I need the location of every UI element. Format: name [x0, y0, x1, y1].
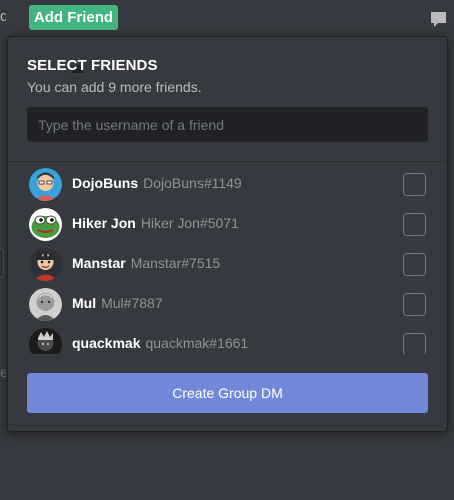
- friend-select-checkbox[interactable]: [403, 213, 426, 236]
- cut-off-heading-text: d: [0, 8, 6, 25]
- friend-name-group: Mul Mul#7887: [72, 295, 163, 311]
- friend-row[interactable]: DojoBuns DojoBuns#1149: [8, 164, 447, 204]
- modal-title: SELECT FRIENDS: [27, 57, 158, 74]
- friend-name-group: quackmak quackmak#1661: [72, 335, 248, 351]
- divider: [8, 161, 447, 162]
- friend-tag: DojoBuns#1149: [143, 175, 242, 191]
- friend-name-group: Manstar Manstar#7515: [72, 255, 220, 271]
- friend-tag: Manstar#7515: [130, 255, 221, 271]
- add-friend-button[interactable]: Add Friend: [29, 5, 118, 30]
- friend-name: Mul: [72, 295, 97, 311]
- cartoon-character-avatar: [29, 248, 62, 281]
- friend-name-group: Hiker Jon Hiker Jon#5071: [72, 215, 239, 231]
- background-text-edge: e: [0, 364, 6, 380]
- grayscale-photo-avatar: [29, 288, 62, 321]
- background-element-edge: [0, 248, 4, 278]
- friend-name: Hiker Jon: [72, 215, 136, 231]
- friend-row[interactable]: Manstar Manstar#7515: [8, 244, 447, 284]
- friend-name-group: DojoBuns DojoBuns#1149: [72, 175, 242, 191]
- friend-tag: Hiker Jon#5071: [140, 215, 239, 231]
- dark-photo-avatar: [29, 328, 62, 354]
- friend-select-checkbox[interactable]: [403, 173, 426, 196]
- green-frog-avatar: [29, 208, 62, 241]
- inbox-icon[interactable]: [429, 10, 448, 29]
- friend-select-checkbox[interactable]: [403, 293, 426, 316]
- friend-list[interactable]: DojoBuns DojoBuns#1149 Hiker Jon Hiker Jon…: [8, 164, 447, 354]
- friend-row[interactable]: Hiker Jon Hiker Jon#5071: [8, 204, 447, 244]
- friend-row[interactable]: quackmak quackmak#1661: [8, 324, 447, 354]
- cartoon-boy-avatar: [29, 168, 62, 201]
- friend-select-checkbox[interactable]: [403, 333, 426, 354]
- friend-name: Manstar: [72, 255, 126, 271]
- friend-tag: Mul#7887: [101, 295, 163, 311]
- create-group-dm-button[interactable]: Create Group DM: [27, 373, 428, 413]
- friend-search-input[interactable]: [27, 107, 428, 142]
- friend-name: quackmak: [72, 335, 141, 351]
- friend-row[interactable]: Mul Mul#7887: [8, 284, 447, 324]
- friend-tag: quackmak#1661: [145, 335, 249, 351]
- top-bar: d Add Friend: [0, 0, 454, 36]
- friend-select-checkbox[interactable]: [403, 253, 426, 276]
- modal-subtitle: You can add 9 more friends.: [27, 79, 202, 95]
- friend-name: DojoBuns: [72, 175, 139, 191]
- select-friends-popout: SELECT FRIENDS You can add 9 more friend…: [7, 36, 448, 432]
